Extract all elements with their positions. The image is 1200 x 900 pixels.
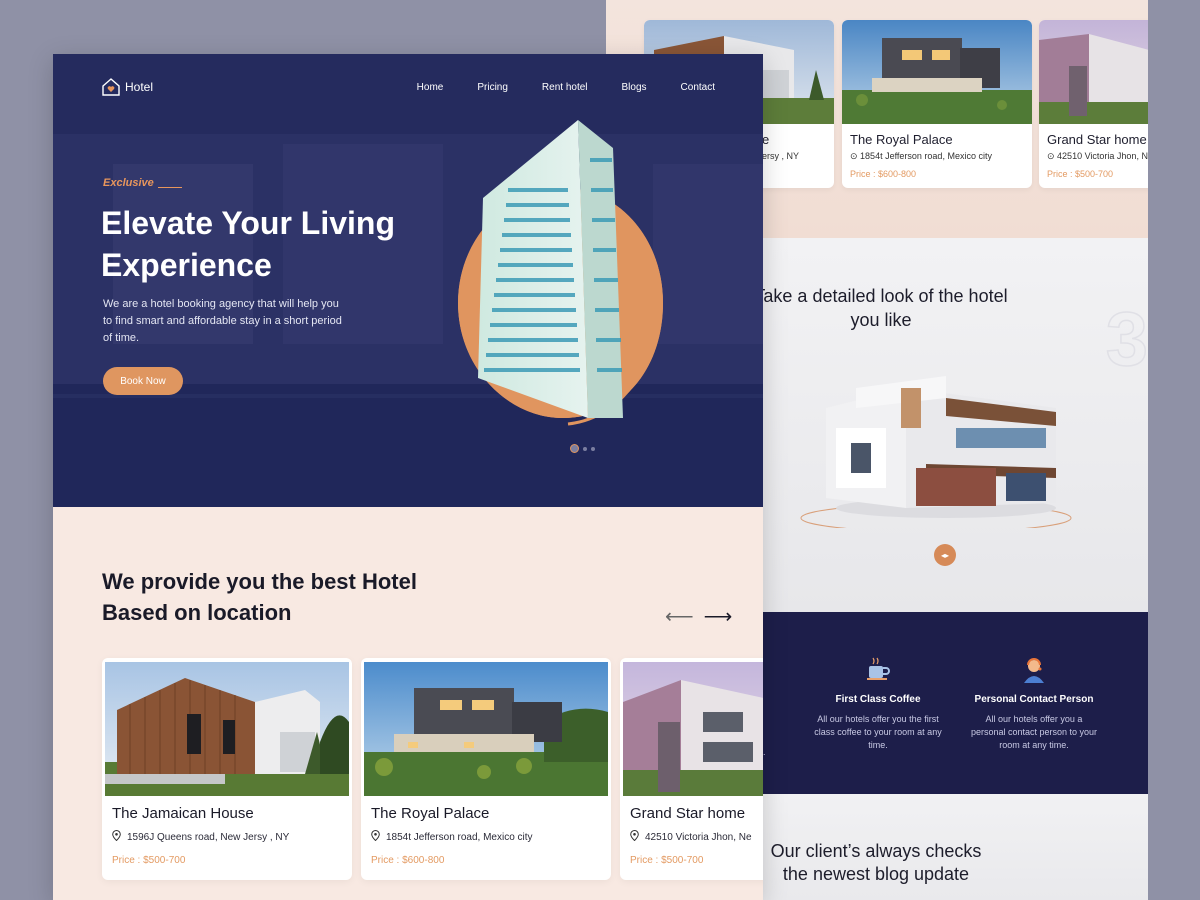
back-hotel-image-3: [1039, 20, 1148, 124]
nav-pricing[interactable]: Pricing: [477, 82, 508, 93]
hotel-price: Price : $500-700: [630, 855, 704, 866]
hotel-card-jamaican-house[interactable]: The Jamaican House 1596J Queens road, Ne…: [102, 658, 352, 880]
hotel-price: Price : $600-800: [371, 855, 445, 866]
blog-title: Our client’s always checks the newest bl…: [770, 841, 982, 884]
back-hotel-address-3: ⊙ 42510 Victoria Jhon, Ne: [1047, 151, 1148, 161]
hero-carousel-dots: [570, 444, 595, 453]
carousel-dot-active[interactable]: [570, 444, 579, 453]
back-hotel-image-2: [842, 20, 1032, 124]
arrow-right-icon[interactable]: ⟶: [704, 604, 733, 629]
front-page: Hotel Home Pricing Rent hotel Blogs Cont…: [53, 54, 763, 900]
coffee-cup-icon: [864, 656, 892, 684]
hero-description: We are a hotel booking agency that will …: [103, 298, 342, 344]
hotel-image: [623, 662, 763, 796]
back-hotel-address-2: ⊙ 1854t Jefferson road, Mexico city: [850, 151, 992, 161]
hotel-price: Price : $500-700: [112, 855, 186, 866]
back-hotel-card-2[interactable]: The Royal Palace ⊙ 1854t Jefferson road,…: [842, 20, 1032, 188]
support-agent-icon: [1020, 656, 1048, 684]
hero-section: Hotel Home Pricing Rent hotel Blogs Cont…: [53, 54, 763, 507]
hotel-image: [105, 662, 349, 796]
back-hotel-price-2: Price : $600-800: [850, 169, 917, 179]
back-hotel-name-2: The Royal Palace: [850, 132, 953, 147]
hotel-card-grand-star-home[interactable]: Grand Star home 42510 Victoria Jhon, Ne …: [620, 658, 763, 880]
hotel-address: 42510 Victoria Jhon, Ne: [630, 829, 752, 844]
hotel-card-royal-palace[interactable]: The Royal Palace 1854t Jefferson road, M…: [361, 658, 611, 880]
location-pin-icon: [630, 829, 639, 844]
service-description: All our hotels offer you a personal cont…: [970, 714, 1098, 750]
service-coffee: First Class Coffee All our hotels offer …: [813, 656, 943, 752]
locations-carousel-arrows: ⟵ ⟶: [665, 604, 732, 629]
carousel-dot[interactable]: [583, 446, 587, 451]
nav-home[interactable]: Home: [417, 82, 444, 93]
nav-contact[interactable]: Contact: [681, 82, 715, 93]
back-hotel-price-3: Price : $500-700: [1047, 169, 1114, 179]
location-pin-icon: ⊙: [1047, 151, 1058, 161]
logo-text: Hotel: [125, 80, 154, 94]
step-number: 3: [1105, 296, 1148, 383]
arrow-left-icon[interactable]: ⟵: [665, 604, 694, 629]
service-title: Personal Contact Person: [974, 694, 1094, 705]
hero-tag: Exclusive: [103, 177, 182, 189]
hotel-address: 1596J Queens road, New Jersy , NY: [112, 829, 289, 844]
logo[interactable]: Hotel: [101, 78, 153, 96]
detailed-look-title: Take a detailed look of the hotel you li…: [754, 286, 1008, 330]
house-heart-icon: [102, 78, 120, 96]
location-pin-icon: ⊙: [850, 151, 861, 161]
location-pin-icon: [112, 829, 121, 844]
carousel-dot[interactable]: [591, 446, 595, 451]
house-3d-model[interactable]: [796, 368, 1086, 528]
back-hotel-name-3: Grand Star home: [1047, 132, 1147, 147]
service-title: First Class Coffee: [835, 694, 921, 705]
nav-rent-hotel[interactable]: Rent hotel: [542, 82, 588, 93]
service-contact-person: Personal Contact Person All our hotels o…: [969, 656, 1099, 752]
service-description: All our hotels offer you the first class…: [814, 714, 942, 750]
back-hotel-card-3[interactable]: Grand Star home ⊙ 42510 Victoria Jhon, N…: [1039, 20, 1148, 188]
hotel-name: The Royal Palace: [371, 805, 490, 822]
hotel-name: Grand Star home: [630, 805, 746, 822]
hero-title: Elevate Your Living Experience: [101, 205, 396, 283]
hotel-name: The Jamaican House: [112, 805, 254, 822]
main-nav: Home Pricing Rent hotel Blogs Contact: [417, 82, 715, 93]
nav-blogs[interactable]: Blogs: [622, 82, 647, 93]
hero-tower-image: [458, 120, 663, 426]
book-now-button[interactable]: Book Now: [103, 367, 183, 395]
hotel-address: 1854t Jefferson road, Mexico city: [371, 829, 533, 844]
rotate-slider-handle[interactable]: ◂▸: [934, 544, 956, 566]
hotel-image: [364, 662, 608, 796]
locations-title: We provide you the best Hotel Based on l…: [102, 569, 417, 625]
location-pin-icon: [371, 829, 380, 844]
